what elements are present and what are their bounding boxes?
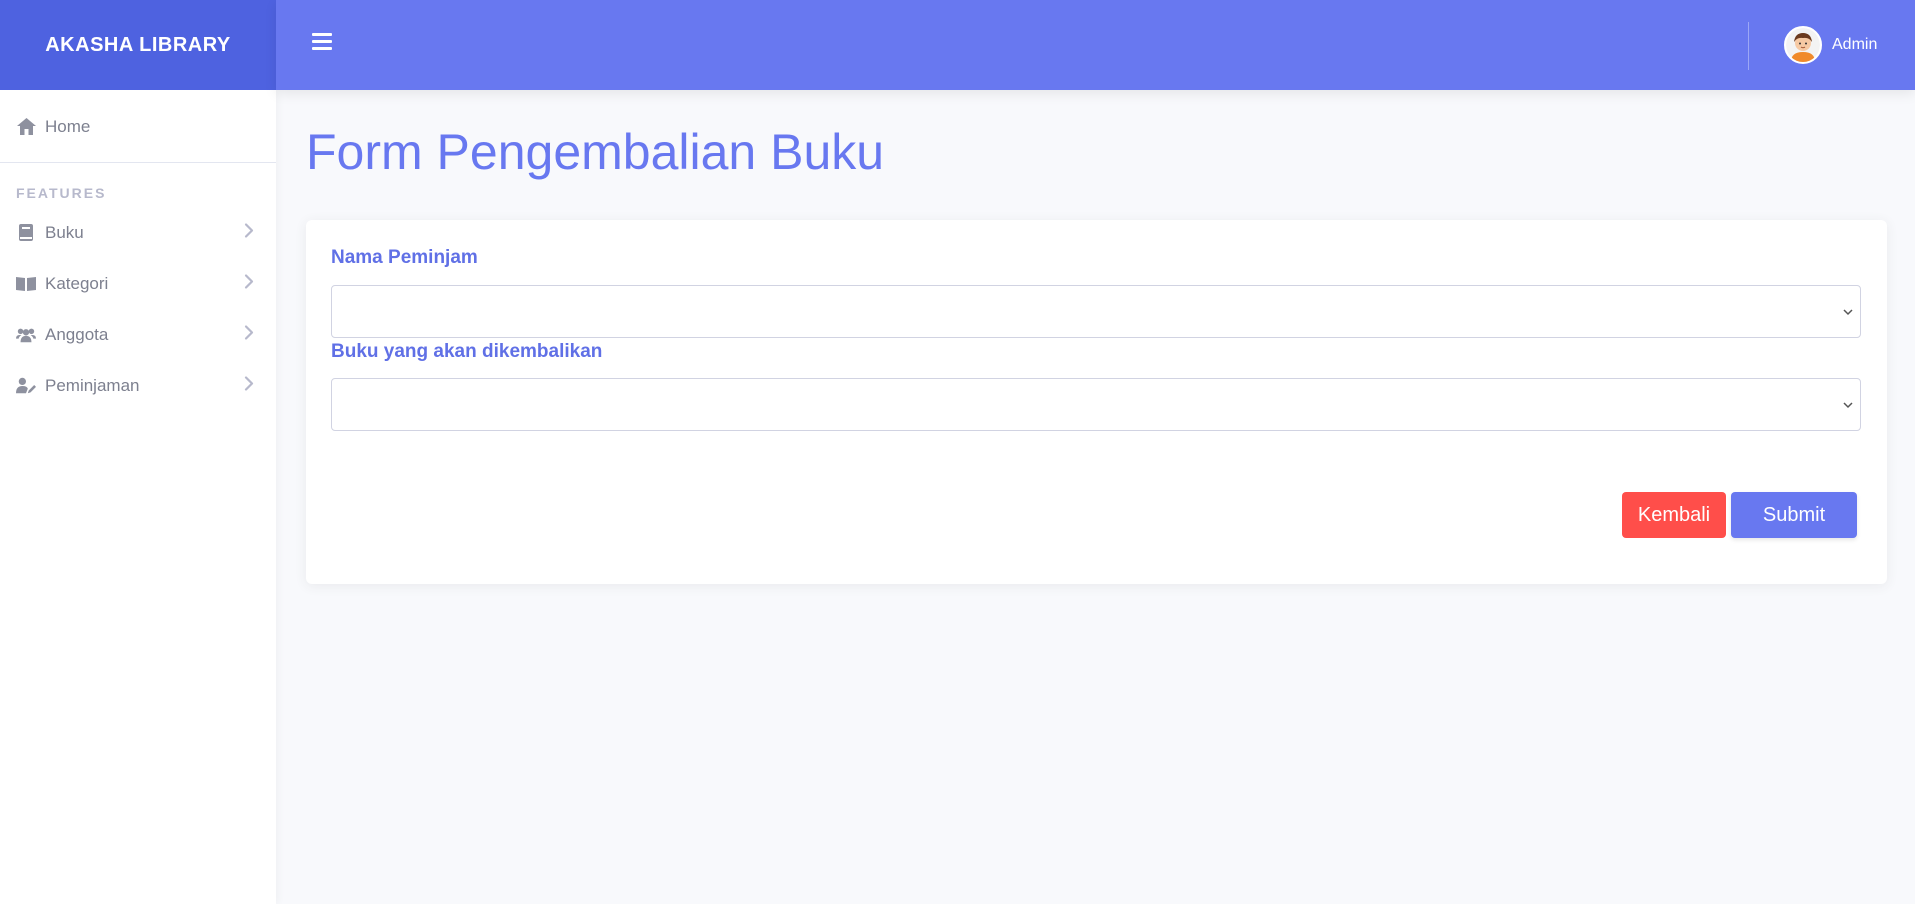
book-label: Buku yang akan dikembalikan bbox=[331, 341, 603, 362]
sidebar-item-home[interactable]: Home bbox=[0, 101, 276, 152]
chevron-right-icon bbox=[244, 273, 254, 294]
users-icon bbox=[16, 325, 36, 345]
sidebar-item-label: Peminjaman bbox=[45, 375, 140, 395]
sidebar-heading: FEATURES bbox=[16, 185, 107, 201]
brand-logo[interactable]: AKASHA LIBRARY bbox=[0, 0, 276, 90]
open-book-icon bbox=[16, 274, 36, 294]
sidebar-item-label: Home bbox=[45, 116, 91, 136]
book-select[interactable] bbox=[331, 378, 1861, 431]
topbar-divider bbox=[1748, 22, 1749, 70]
user-name: Admin bbox=[1832, 36, 1878, 53]
sidebar-item-buku[interactable]: Buku bbox=[0, 207, 276, 258]
sidebar-item-label: Buku bbox=[45, 222, 84, 242]
chevron-down-icon bbox=[1842, 396, 1854, 414]
home-icon bbox=[16, 117, 36, 137]
page-title: Form Pengembalian Buku bbox=[306, 124, 885, 180]
sidebar-item-label: Kategori bbox=[45, 273, 109, 293]
chevron-right-icon bbox=[244, 222, 254, 243]
user-menu[interactable]: Admin bbox=[1784, 26, 1877, 64]
user-edit-icon bbox=[16, 376, 36, 396]
chevron-down-icon bbox=[1842, 303, 1854, 321]
book-icon bbox=[16, 223, 36, 243]
form-card: Nama Peminjam Buku yang akan dikembalika… bbox=[306, 220, 1887, 584]
submit-button[interactable]: Submit bbox=[1731, 492, 1857, 538]
borrower-select[interactable] bbox=[331, 285, 1861, 338]
sidebar: AKASHA LIBRARY Home FEATURES Buku Katego… bbox=[0, 0, 276, 904]
topbar: Admin bbox=[276, 0, 1915, 90]
sidebar-item-anggota[interactable]: Anggota bbox=[0, 309, 276, 360]
main-content: Form Pengembalian Buku Nama Peminjam Buk… bbox=[306, 90, 1887, 584]
borrower-label: Nama Peminjam bbox=[331, 247, 478, 268]
sidebar-item-peminjaman[interactable]: Peminjaman bbox=[0, 360, 276, 411]
hamburger-icon[interactable] bbox=[312, 33, 332, 55]
sidebar-item-label: Anggota bbox=[45, 324, 109, 344]
chevron-right-icon bbox=[244, 324, 254, 345]
back-button[interactable]: Kembali bbox=[1622, 492, 1726, 538]
chevron-right-icon bbox=[244, 375, 254, 396]
sidebar-item-kategori[interactable]: Kategori bbox=[0, 258, 276, 309]
avatar-icon bbox=[1784, 26, 1822, 64]
